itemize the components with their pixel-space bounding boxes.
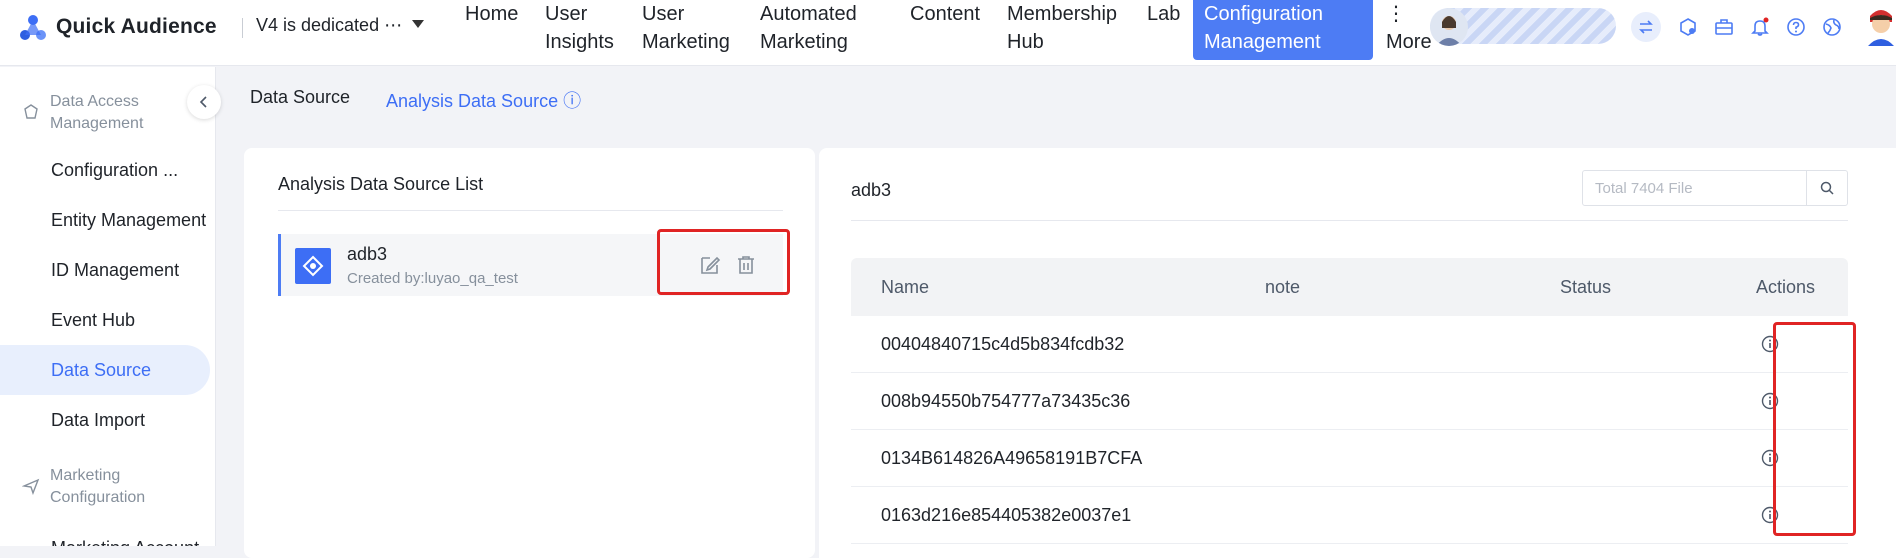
nav-configuration-management[interactable]: Configuration Management [1204, 0, 1323, 56]
nav-home-label: Home [465, 3, 519, 25]
table-row: 008b94550b754777a73435c36 [851, 373, 1848, 430]
sidebar-item-event-hub[interactable]: Event Hub [0, 295, 210, 345]
sidebar-group-data-access[interactable]: Data Access Management [22, 91, 180, 135]
nav-user-insights[interactable]: User Insights [545, 0, 614, 56]
data-access-icon [24, 104, 38, 119]
file-name: 00404840715c4d5b834fcdb32 [881, 334, 1125, 354]
account-avatar-icon[interactable] [1866, 6, 1896, 46]
file-name: 0134B614826A49658191B7CFA [881, 448, 1143, 468]
tab-analysis-data-source[interactable]: Analysis Data Source ⓘ [386, 87, 581, 113]
data-source-detail-panel: adb3 Name note Status Actions 0040484071… [819, 148, 1896, 558]
tab-data-source[interactable]: Data Source [250, 87, 350, 108]
search-input[interactable] [1583, 171, 1807, 205]
more-dots-icon: ⋮ [1386, 3, 1406, 25]
nav-membership-hub[interactable]: Membership Hub [1007, 0, 1117, 56]
nav-lab[interactable]: Lab [1147, 0, 1180, 28]
sidebar-group-marketing-config[interactable]: Marketing Configuration [22, 465, 180, 509]
table-row: 00404840715c4d5b834fcdb32 [851, 316, 1848, 373]
file-search-box [1582, 170, 1848, 206]
data-source-created-by: Created by:luyao_qa_test [347, 270, 518, 287]
sidebar-item-data-import[interactable]: Data Import [0, 395, 210, 445]
nav-user-marketing-line1: User [642, 3, 685, 25]
nav-user-marketing-line2: Marketing [642, 31, 730, 53]
toolbox-icon[interactable] [1709, 12, 1739, 42]
nav-more-label: More [1386, 31, 1432, 53]
sidebar: Data Access Management Configuration ...… [0, 67, 216, 546]
nav-automated-marketing-line1: Automated [760, 3, 857, 25]
swap-icon[interactable] [1631, 12, 1661, 42]
send-icon [22, 478, 40, 495]
brand-name: Quick Audience [56, 15, 217, 38]
nav-content-label: Content [910, 3, 981, 25]
divider [278, 210, 783, 211]
nav-configuration-management-line1: Configuration [1204, 3, 1323, 25]
user-avatar[interactable] [1430, 8, 1468, 46]
nav-automated-marketing[interactable]: Automated Marketing [760, 0, 857, 56]
quick-audience-logo[interactable] [18, 13, 48, 43]
sidebar-item-entity-management[interactable]: Entity Management [0, 195, 210, 245]
file-table: Name note Status Actions 00404840715c4d5… [851, 258, 1848, 544]
search-icon [1820, 181, 1834, 195]
panel-title: Analysis Data Source List [278, 174, 484, 194]
column-header-name: Name [881, 277, 930, 297]
table-row: 0163d216e854405382e0037e1 [851, 487, 1848, 544]
highlight-box-row-actions [1773, 322, 1856, 536]
table-header: Name note Status Actions [851, 258, 1848, 316]
header-divider [242, 18, 243, 38]
file-name: 008b94550b754777a73435c36 [881, 391, 1131, 411]
sidebar-item-configuration[interactable]: Configuration ... [0, 145, 210, 195]
highlight-box-card-actions [657, 229, 790, 295]
data-source-icon [295, 248, 331, 284]
column-header-status: Status [1560, 277, 1612, 297]
nav-lab-label: Lab [1147, 3, 1181, 25]
nav-configuration-management-line2: Management [1204, 31, 1321, 53]
detail-title: adb3 [851, 180, 892, 200]
column-header-actions: Actions [1756, 277, 1816, 297]
ai-assistant-icon[interactable] [1673, 12, 1703, 42]
notification-bell-icon[interactable] [1745, 12, 1775, 42]
file-name: 0163d216e854405382e0037e1 [881, 505, 1132, 525]
sidebar-group-label: Data Access Management [50, 93, 144, 132]
caret-down-icon [412, 20, 425, 29]
nav-user-insights-line1: User [545, 3, 588, 25]
workspace-selector[interactable]: V4 is dedicated ⋯ [256, 15, 425, 36]
sidebar-item-marketing-account[interactable]: Marketing Account [0, 523, 210, 546]
sidebar-item-data-source[interactable]: Data Source [0, 345, 210, 395]
data-source-name: adb3 [347, 244, 388, 264]
column-header-note: note [1265, 277, 1301, 297]
workspace-label: V4 is dedicated ⋯ [256, 15, 403, 35]
nav-home[interactable]: Home [465, 0, 518, 28]
chevron-left-icon [199, 96, 207, 108]
analysis-data-source-list-panel: Analysis Data Source List adb3 Created b… [244, 148, 815, 558]
nav-user-marketing[interactable]: User Marketing [642, 0, 730, 56]
sidebar-group-label: Marketing Configuration [50, 467, 146, 506]
search-button[interactable] [1806, 171, 1847, 205]
table-row: 0134B614826A49658191B7CFA [851, 430, 1848, 487]
top-navigation-bar: Quick Audience V4 is dedicated ⋯ Home Us… [0, 0, 1896, 66]
help-icon[interactable] [1781, 12, 1811, 42]
sidebar-collapse-button[interactable] [187, 85, 221, 119]
tab-bar: Data Source Analysis Data Source ⓘ [216, 67, 1896, 123]
nav-more[interactable]: ⋮ More [1386, 0, 1432, 56]
nav-membership-hub-line2: Hub [1007, 31, 1044, 53]
nav-user-insights-line2: Insights [545, 31, 614, 53]
nav-content[interactable]: Content [910, 0, 980, 28]
nav-membership-hub-line1: Membership [1007, 3, 1118, 25]
language-globe-icon[interactable] [1817, 12, 1847, 42]
divider [851, 220, 1848, 221]
sidebar-item-id-management[interactable]: ID Management [0, 245, 210, 295]
nav-automated-marketing-line2: Marketing [760, 31, 848, 53]
